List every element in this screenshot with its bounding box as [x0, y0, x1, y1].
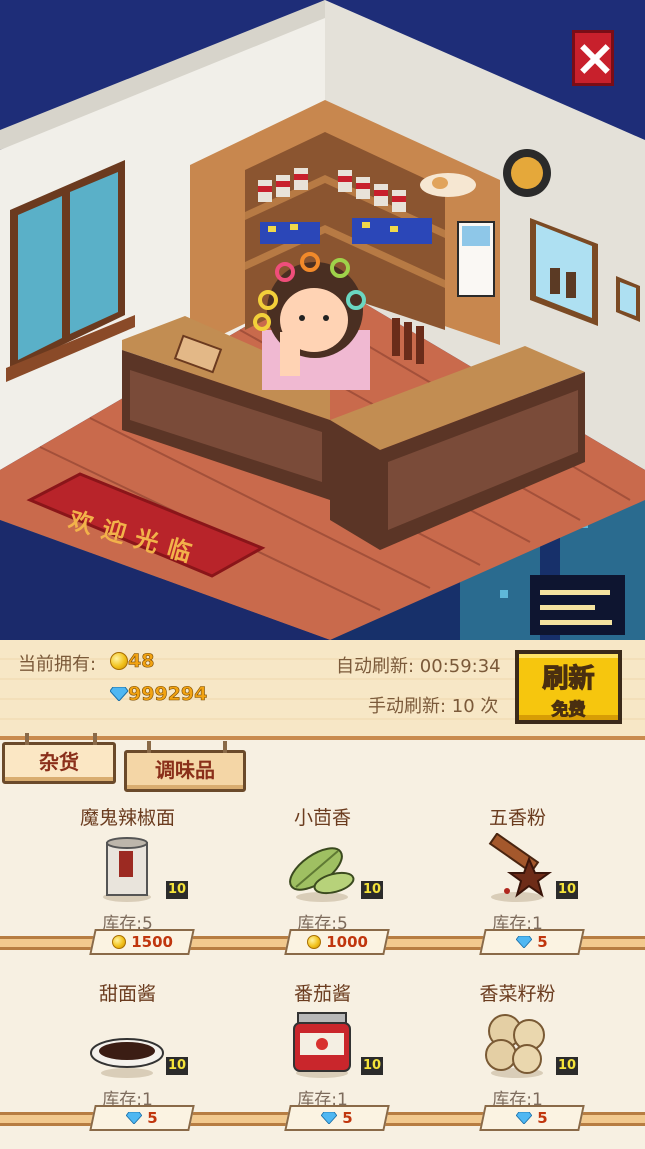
item-quantity-badge: 10 — [361, 1057, 384, 1075]
item-name: 香菜籽粉 — [479, 983, 556, 1005]
shop-scene: 欢迎光临 — [0, 0, 645, 640]
shop-panel: 当前拥有: 48 999294 自动刷新: 00:59:34 手动刷新: 10 … — [0, 640, 645, 1149]
diamond-icon — [321, 1112, 338, 1124]
item-price-button[interactable]: 5 — [89, 1105, 195, 1131]
item-quantity-badge: 10 — [361, 881, 384, 899]
tab-label: 杂货 — [39, 750, 79, 774]
item-price-button[interactable]: 1500 — [89, 929, 195, 955]
refresh-cost-label: 免费 — [551, 700, 586, 721]
shop-item[interactable]: 五香粉 10 库存:1 5 — [410, 797, 625, 967]
tab-label: 调味品 — [155, 758, 215, 782]
currency-status-bar: 当前拥有: 48 999294 自动刷新: 00:59:34 手动刷新: 10 … — [0, 640, 645, 740]
shop-item[interactable]: 番茄酱 10 库存:1 5 — [215, 973, 430, 1143]
sweet-bean-sauce-bowl-icon — [90, 1038, 164, 1078]
owned-label: 当前拥有: — [18, 654, 97, 675]
tab-hook — [93, 733, 97, 745]
item-price: 5 — [342, 1109, 353, 1127]
gem-amount: 999294 — [128, 683, 208, 706]
close-button[interactable] — [572, 30, 614, 86]
item-quantity-badge: 10 — [166, 881, 189, 899]
coin-icon — [111, 935, 126, 949]
item-price-button[interactable]: 5 — [284, 1105, 390, 1131]
item-price: 5 — [537, 1109, 548, 1127]
item-name: 小茴香 — [293, 807, 351, 829]
coin-icon — [306, 935, 321, 949]
item-quantity-badge: 10 — [556, 1057, 579, 1075]
shop-item[interactable]: 甜面酱 10 库存:1 5 — [20, 973, 235, 1143]
five-spice-icon — [488, 833, 553, 902]
item-price-button[interactable]: 5 — [479, 1105, 585, 1131]
item-quantity-badge: 10 — [556, 881, 579, 899]
shop-item[interactable]: 小茴香 10 库存:5 1000 — [215, 797, 430, 967]
item-name: 番茄酱 — [293, 983, 351, 1005]
chili-powder-can-icon — [103, 837, 151, 902]
tab-seasonings[interactable]: 调味品 — [124, 741, 246, 792]
item-price: 5 — [147, 1109, 158, 1127]
item-price: 1500 — [130, 933, 173, 951]
shop-room-illustration — [0, 0, 645, 640]
refresh-button[interactable]: 刷新 免费 — [515, 650, 622, 724]
item-price: 1000 — [325, 933, 368, 951]
diamond-icon — [126, 1112, 143, 1124]
item-quantity-badge: 10 — [166, 1057, 189, 1075]
item-price-button[interactable]: 1000 — [284, 929, 390, 955]
shop-item[interactable]: 魔鬼辣椒面 10 库存:5 1500 — [20, 797, 235, 967]
coin-balance: 48 — [110, 650, 155, 673]
tab-hook — [147, 741, 151, 753]
auto-refresh-timer: 自动刷新: 00:59:34 — [336, 656, 501, 677]
tab-groceries[interactable]: 杂货 — [2, 733, 116, 784]
shop-item[interactable]: 香菜籽粉 10 库存:1 5 — [410, 973, 625, 1143]
fennel-seed-icon — [289, 847, 355, 902]
item-name: 魔鬼辣椒面 — [79, 807, 175, 829]
tab-hook — [223, 741, 227, 753]
refresh-label: 刷新 — [542, 663, 595, 694]
diamond-icon — [516, 1112, 533, 1124]
diamond-icon — [110, 687, 128, 701]
item-name: 甜面酱 — [98, 983, 156, 1005]
ketchup-jar-icon — [293, 1012, 351, 1078]
item-name: 五香粉 — [488, 807, 546, 829]
tab-hook — [25, 733, 29, 745]
coin-icon — [110, 652, 128, 670]
manual-refresh-count: 手动刷新: 10 次 — [368, 696, 499, 717]
gem-balance: 999294 — [110, 683, 208, 706]
diamond-icon — [516, 936, 533, 948]
item-price: 5 — [537, 933, 548, 951]
coriander-seed-icon — [485, 1014, 545, 1078]
coin-amount: 48 — [128, 650, 155, 673]
item-price-button[interactable]: 5 — [479, 929, 585, 955]
